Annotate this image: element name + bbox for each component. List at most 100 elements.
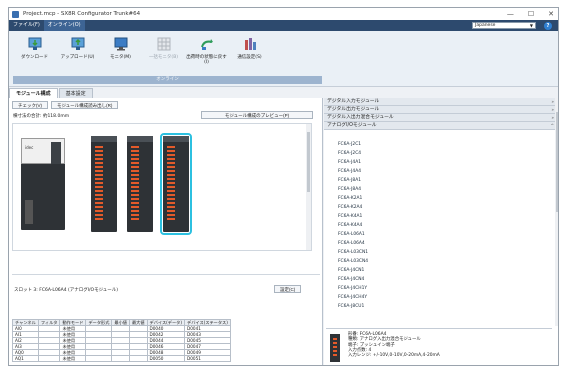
factory-reset-button[interactable]: 出荷時の状態に戻す(I) — [185, 33, 228, 77]
list-item[interactable]: FC6A-L03CN4 — [324, 257, 554, 266]
list-item[interactable]: FC6A-J4CN4 — [324, 275, 554, 284]
category-digital-input[interactable]: デジタル入力モジュール » — [324, 98, 558, 106]
window-title: Project.mcp - SX8R Configurator Trunk#64 — [23, 11, 141, 17]
setting-button[interactable]: 設定(C) — [274, 285, 302, 293]
canvas-scrollbar[interactable] — [306, 124, 311, 250]
batch-monitor-button[interactable]: 一括モニタ(B) — [142, 33, 185, 77]
list-item[interactable]: FC6A-J4A4 — [324, 167, 554, 176]
cell: D0051 — [184, 355, 231, 362]
upload-icon — [71, 37, 84, 50]
cpu-module[interactable]: idec — [21, 138, 65, 230]
preview-button[interactable]: モジュール構成のプレビュー(P) — [201, 111, 313, 119]
module-cap — [127, 136, 153, 142]
category-analog-io[interactable]: アナログI/Oモジュール ^ — [324, 122, 558, 130]
category-label: デジタル入力モジュール — [327, 99, 380, 104]
list-item[interactable]: FC6A-J4CN1 — [324, 266, 554, 275]
monitor-button[interactable]: モニタ(M) — [99, 33, 142, 77]
list-item[interactable]: FC6A-J8A1 — [324, 176, 554, 185]
slot-info-text: スロット 3: FC6A-L06A4 (アナログI/Oモジュール) — [14, 288, 119, 293]
cpu-module-top: idec — [21, 138, 65, 164]
col-min: 最小値 — [111, 319, 130, 326]
io-module-slot-1[interactable] — [91, 136, 117, 232]
close-icon[interactable]: ✕ — [548, 10, 554, 18]
list-item[interactable]: FC6A-L06A4 — [324, 239, 554, 248]
module-thumbnail — [330, 334, 340, 362]
category-label: デジタル入出力混合モジュール — [327, 115, 394, 120]
app-window: Project.mcp - SX8R Configurator Trunk#64… — [8, 7, 559, 366]
cell[interactable]: 未使用 — [59, 355, 87, 362]
main-tabs: モジュール構成 基本設定 — [9, 88, 94, 98]
terminal-strip — [95, 146, 103, 222]
tab-basic-settings[interactable]: 基本設定 — [58, 88, 93, 98]
minimize-icon[interactable]: — — [507, 10, 514, 18]
cell[interactable] — [111, 355, 130, 362]
slot-info-area: スロット 3: FC6A-L06A4 (アナログI/Oモジュール) 設定(C) — [12, 274, 320, 314]
expand-icon: » — [551, 115, 554, 120]
module-detail-text: 形番: FC6A-L06A4 種類: アナログ入出力混合モジュール 端子: プッ… — [348, 332, 440, 358]
cpu-status-panel — [51, 142, 61, 164]
list-item[interactable]: FC6A-L06A1 — [324, 230, 554, 239]
io-module-slot-2[interactable] — [127, 136, 153, 232]
tab-module-config[interactable]: モジュール構成 — [9, 88, 58, 98]
scroll-thumb[interactable] — [307, 132, 310, 192]
list-item[interactable]: FC6A-J2C4 — [324, 149, 554, 158]
ribbon-group-label: オンライン — [13, 76, 322, 84]
app-icon — [12, 10, 19, 18]
expand-icon: » — [551, 99, 554, 104]
category-digital-mixed[interactable]: デジタル入出力混合モジュール » — [324, 114, 558, 122]
config-toolbar: チェック(V) モジュール構成読み出し(R) — [12, 101, 119, 109]
list-item[interactable]: FC6A-J4CH1Y — [324, 284, 554, 293]
list-item[interactable]: FC6A-K4A1 — [324, 212, 554, 221]
module-detail: 形番: FC6A-L06A4 種類: アナログ入出力混合モジュール 端子: プッ… — [326, 328, 552, 365]
table-row[interactable]: AQ1 未使用 D0050 D0051 — [12, 355, 231, 362]
menu-online[interactable]: オンライン(O) — [43, 20, 85, 31]
download-button[interactable]: ダウンロード — [13, 33, 56, 77]
catalog-scrollbar[interactable] — [555, 98, 558, 326]
list-item[interactable]: FC6A-K2A4 — [324, 203, 554, 212]
list-item[interactable]: FC6A-J8A4 — [324, 185, 554, 194]
comm-settings-icon — [244, 38, 256, 50]
scroll-thumb[interactable] — [556, 112, 558, 212]
category-label: デジタル出力モジュール — [327, 107, 380, 112]
language-value: Japanese — [475, 23, 496, 28]
list-item[interactable]: FC6A-L03CN1 — [324, 248, 554, 257]
channel-table: チャンネル フィルタ 動作モード データ形式 最小値 最大値 デバイス(データ)… — [12, 319, 231, 362]
cell[interactable] — [128, 355, 148, 362]
monitor-label: モニタ(M) — [110, 55, 131, 60]
menu-file[interactable]: ファイル(F) — [9, 20, 44, 31]
maximize-icon[interactable]: ☐ — [528, 10, 534, 18]
check-button[interactable]: チェック(V) — [12, 101, 48, 109]
col-format: データ形式 — [85, 319, 113, 326]
cell[interactable] — [37, 355, 61, 362]
upload-button[interactable]: アップロード(U) — [56, 33, 99, 77]
help-icon[interactable]: ? — [544, 22, 552, 30]
menu-bar: ファイル(F) オンライン(O) Japanese ▼ ? — [9, 20, 558, 31]
module-cap — [91, 136, 117, 142]
cell: D0050 — [146, 355, 186, 362]
download-label: ダウンロード — [21, 55, 48, 60]
ribbon: ダウンロード アップロード(U) モニタ(M) 一括モニタ(B) 出荷時の状態に… — [9, 31, 558, 87]
list-item[interactable]: FC6A-J4CH4Y — [324, 293, 554, 302]
category-label: アナログI/Oモジュール — [327, 123, 377, 128]
list-item[interactable]: FC6A-J8CU1 — [324, 302, 554, 311]
comm-settings-label: 通信設定(S) — [237, 55, 262, 60]
comm-settings-button[interactable]: 通信設定(S) — [228, 33, 271, 77]
col-filter: フィルタ — [37, 319, 61, 326]
module-canvas[interactable]: idec — [12, 123, 312, 251]
read-config-button[interactable]: モジュール構成読み出し(R) — [51, 101, 119, 109]
module-cap — [163, 136, 189, 142]
language-select[interactable]: Japanese ▼ — [472, 22, 536, 29]
collapse-icon: ^ — [550, 123, 554, 128]
module-catalog-panel: デジタル入力モジュール » デジタル出力モジュール » デジタル入出力混合モジュ… — [324, 98, 558, 365]
list-item[interactable]: FC6A-K2A1 — [324, 194, 554, 203]
col-mode: 動作モード — [59, 319, 87, 326]
list-item[interactable]: FC6A-J2C1 — [324, 140, 554, 149]
list-item[interactable]: FC6A-J4A1 — [324, 158, 554, 167]
io-module-slot-3[interactable] — [160, 133, 192, 235]
category-digital-output[interactable]: デジタル出力モジュール » — [324, 106, 558, 114]
table-header-row: チャンネル フィルタ 動作モード データ形式 最小値 最大値 デバイス(データ)… — [12, 319, 231, 326]
list-item[interactable]: FC6A-K4A4 — [324, 221, 554, 230]
cell[interactable] — [85, 355, 113, 362]
factory-reset-label: 出荷時の状態に戻す(I) — [186, 55, 227, 65]
batch-monitor-label: 一括モニタ(B) — [148, 55, 179, 60]
